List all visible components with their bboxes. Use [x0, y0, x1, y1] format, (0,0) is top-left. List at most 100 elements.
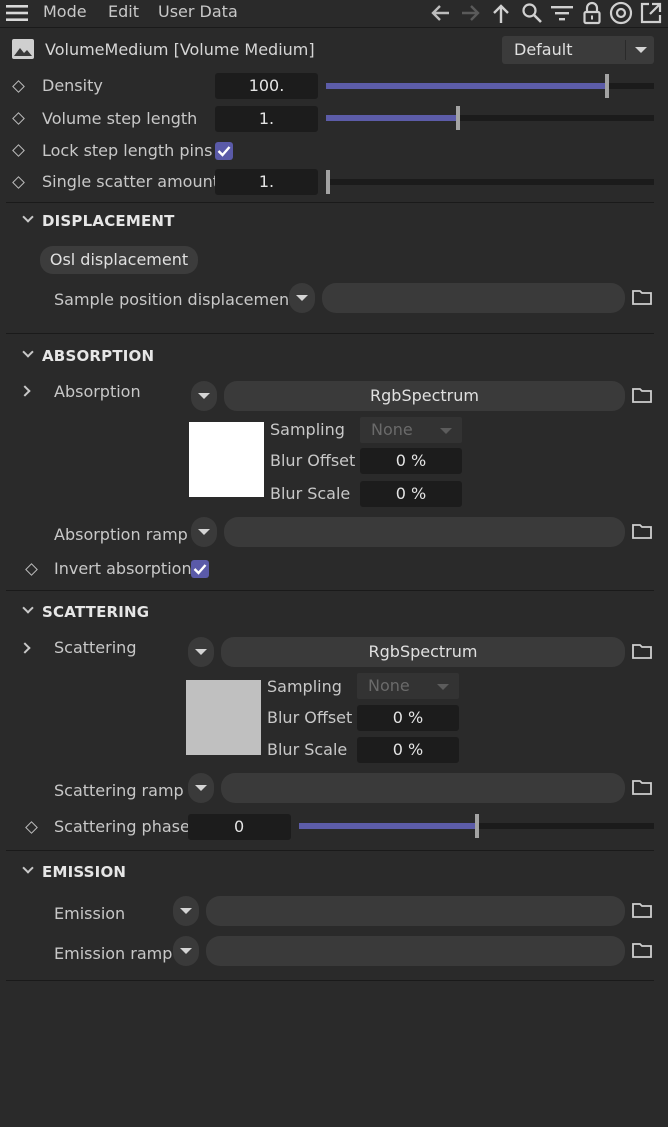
chevron-down-icon	[440, 428, 452, 434]
sample-position-shader-slot[interactable]	[322, 283, 625, 313]
emission-shader-slot[interactable]	[206, 896, 625, 926]
folder-icon[interactable]	[632, 779, 652, 799]
density-slider[interactable]	[326, 74, 654, 98]
scattering-phase-field[interactable]: 0	[188, 814, 291, 840]
divider	[6, 850, 654, 851]
emission-title[interactable]: EMISSION	[42, 862, 126, 882]
absorption-shader-slot[interactable]: RgbSpectrum	[224, 381, 625, 411]
scattering-phase-slider[interactable]	[299, 814, 654, 838]
chevron-down-icon	[195, 649, 207, 655]
absorption-color-swatch[interactable]	[189, 422, 264, 497]
scattering-color-swatch[interactable]	[186, 680, 261, 755]
filter-icon[interactable]	[550, 1, 574, 25]
lock-pins-checkbox[interactable]	[215, 142, 233, 160]
slider-fill	[326, 115, 456, 121]
slider-knob[interactable]	[326, 170, 330, 194]
slider-knob[interactable]	[605, 74, 609, 98]
chevron-down-icon	[198, 393, 210, 399]
divider	[0, 27, 668, 28]
shader-menu-button[interactable]	[188, 637, 214, 667]
shader-menu-button[interactable]	[191, 517, 217, 547]
blur-scale-label: Blur Scale	[267, 740, 348, 759]
scattering-shader-slot[interactable]: RgbSpectrum	[221, 637, 625, 667]
chevron-down-icon	[180, 908, 192, 914]
scatter-amount-field[interactable]: 1.	[215, 169, 318, 195]
keyframe-diamond-icon[interactable]	[25, 563, 38, 576]
scattering-title[interactable]: SCATTERING	[42, 602, 149, 622]
shader-menu-button[interactable]	[173, 936, 199, 966]
keyframe-diamond-icon[interactable]	[12, 144, 25, 157]
chevron-down-icon	[195, 785, 207, 791]
blur-scale-field[interactable]: 0 %	[360, 481, 462, 507]
menu-mode[interactable]: Mode	[43, 2, 87, 22]
search-icon[interactable]	[520, 1, 544, 25]
scattering-phase-label: Scattering phase	[54, 817, 190, 836]
collapse-chevron-icon[interactable]	[22, 211, 34, 223]
chevron-down-icon	[437, 684, 449, 690]
forward-arrow-icon[interactable]	[459, 1, 483, 25]
emission-ramp-shader-slot[interactable]	[206, 936, 625, 966]
invert-absorption-checkbox[interactable]	[191, 560, 209, 578]
keyframe-diamond-icon[interactable]	[12, 112, 25, 125]
sampling-dropdown[interactable]: None	[357, 673, 459, 699]
blur-offset-field[interactable]: 0 %	[357, 705, 459, 731]
slider-fill	[299, 823, 475, 829]
lock-icon[interactable]	[580, 1, 604, 25]
sampling-label: Sampling	[267, 677, 342, 696]
collapse-chevron-icon[interactable]	[22, 602, 34, 614]
absorption-ramp-shader-slot[interactable]	[224, 517, 625, 547]
sample-position-label: Sample position displacement	[54, 290, 296, 309]
folder-icon[interactable]	[632, 523, 652, 543]
shader-menu-button[interactable]	[289, 283, 315, 313]
slider-knob[interactable]	[475, 814, 479, 838]
target-icon[interactable]	[609, 1, 633, 25]
scatter-amount-slider[interactable]	[326, 170, 654, 194]
keyframe-diamond-icon[interactable]	[25, 821, 38, 834]
menu-user-data[interactable]: User Data	[158, 2, 238, 22]
absorption-label: Absorption	[54, 382, 141, 401]
slider-knob[interactable]	[456, 106, 460, 130]
lock-pins-label: Lock step length pins	[42, 141, 213, 160]
divider	[6, 590, 654, 591]
step-length-slider[interactable]	[326, 106, 654, 130]
image-icon	[11, 38, 35, 60]
osl-displacement-button[interactable]: Osl displacement	[40, 246, 198, 274]
density-field[interactable]: 100.	[215, 73, 318, 99]
preset-value: Default	[514, 40, 573, 59]
shader-menu-button[interactable]	[173, 896, 199, 926]
scattering-label: Scattering	[54, 638, 137, 657]
blur-offset-field[interactable]: 0 %	[360, 448, 462, 474]
folder-icon[interactable]	[632, 902, 652, 922]
divider	[6, 202, 654, 203]
folder-icon[interactable]	[632, 942, 652, 962]
shader-menu-button[interactable]	[188, 773, 214, 803]
sampling-dropdown[interactable]: None	[360, 417, 462, 443]
checkmark-icon	[193, 564, 207, 575]
preset-dropdown[interactable]: Default	[502, 36, 654, 64]
hamburger-menu-icon[interactable]	[6, 3, 28, 23]
emission-ramp-label: Emission ramp	[54, 944, 173, 963]
menu-bar: Mode Edit User Data	[0, 0, 668, 26]
step-length-field[interactable]: 1.	[215, 106, 318, 132]
collapse-chevron-icon[interactable]	[22, 346, 34, 358]
chevron-down-icon	[198, 529, 210, 535]
blur-offset-label: Blur Offset	[267, 708, 353, 727]
sampling-value: None	[368, 676, 410, 695]
expand-chevron-icon[interactable]	[19, 385, 31, 397]
scattering-ramp-shader-slot[interactable]	[221, 773, 625, 803]
blur-scale-field[interactable]: 0 %	[357, 737, 459, 763]
keyframe-diamond-icon[interactable]	[12, 80, 25, 93]
displacement-title[interactable]: DISPLACEMENT	[42, 211, 175, 231]
up-arrow-icon[interactable]	[489, 1, 513, 25]
keyframe-diamond-icon[interactable]	[12, 176, 25, 189]
folder-icon[interactable]	[632, 643, 652, 663]
folder-icon[interactable]	[632, 387, 652, 407]
new-window-icon[interactable]	[639, 1, 663, 25]
menu-edit[interactable]: Edit	[108, 2, 139, 22]
shader-menu-button[interactable]	[191, 381, 217, 411]
expand-chevron-icon[interactable]	[19, 642, 31, 654]
collapse-chevron-icon[interactable]	[22, 862, 34, 874]
absorption-title[interactable]: ABSORPTION	[42, 346, 154, 366]
back-arrow-icon[interactable]	[428, 1, 452, 25]
folder-icon[interactable]	[632, 289, 652, 309]
